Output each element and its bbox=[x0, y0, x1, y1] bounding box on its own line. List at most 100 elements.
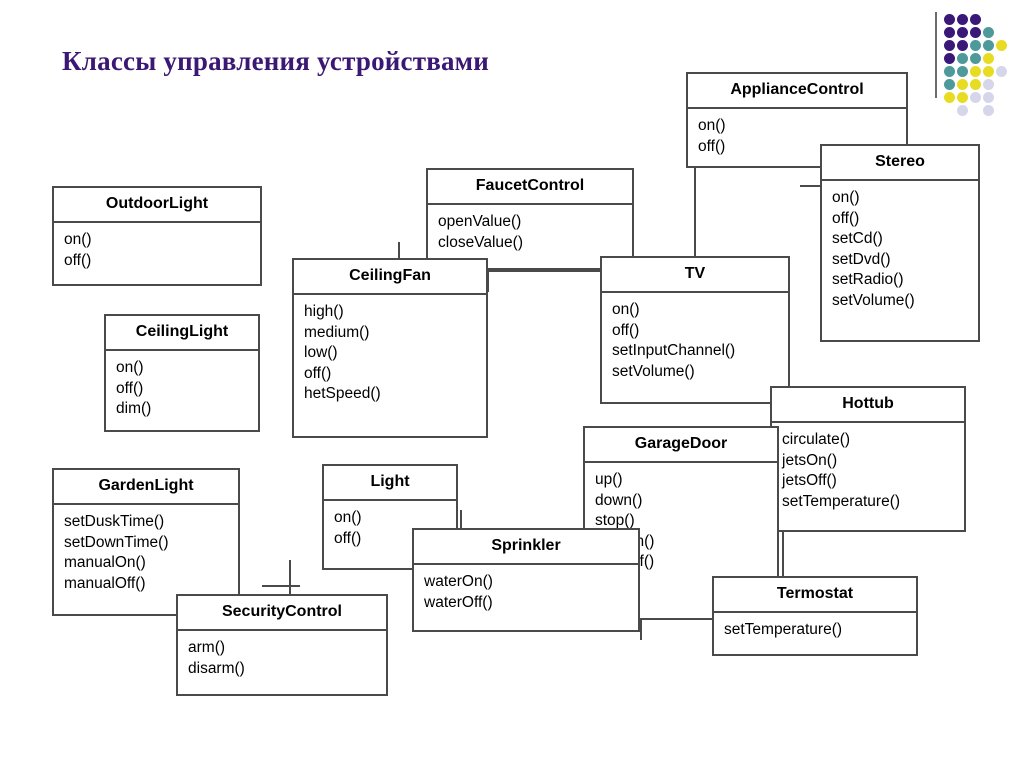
logo-dot bbox=[970, 66, 981, 77]
class-operation: arm() bbox=[188, 639, 226, 656]
logo-dot bbox=[983, 53, 994, 64]
logo-dot bbox=[957, 27, 968, 38]
logo-dot bbox=[944, 27, 955, 38]
logo-dot bbox=[957, 92, 968, 103]
logo-dot bbox=[970, 14, 981, 25]
class-name-faucet-control: FaucetControl bbox=[428, 170, 632, 205]
class-box-ceiling-fan[interactable]: CeilingFan high() medium() low() off() hetSp… bbox=[292, 258, 488, 438]
class-operation: closeValue() bbox=[438, 233, 524, 251]
logo-dot bbox=[970, 40, 981, 51]
class-box-tv[interactable]: TV on() off() setInputChannel() setVolume() bbox=[600, 256, 790, 404]
class-operation: high() bbox=[304, 303, 344, 320]
diagram-canvas: Классы управления устройствами Appliance… bbox=[0, 0, 1024, 768]
class-operation: up() bbox=[595, 471, 623, 488]
class-operation: setDuskTime() bbox=[64, 513, 165, 530]
class-operation: low() bbox=[304, 344, 338, 361]
class-operation: setCd() bbox=[832, 230, 883, 247]
class-name-appliance-control: ApplianceControl bbox=[688, 74, 906, 109]
class-operation: setVolume() bbox=[832, 291, 915, 309]
logo-dot bbox=[957, 40, 968, 51]
class-operation: on() bbox=[334, 509, 362, 526]
class-operation: off() bbox=[116, 379, 144, 397]
class-operations-garden-light: setDuskTime() setDownTime() manualOn() manu… bbox=[54, 505, 238, 600]
class-box-stereo[interactable]: Stereo on() off() setCd() setDvd() setRadio(… bbox=[820, 144, 980, 342]
logo-dot bbox=[983, 66, 994, 77]
class-operation: waterOn() bbox=[424, 573, 493, 590]
logo-dot bbox=[957, 66, 968, 77]
class-operation: waterOff() bbox=[424, 593, 493, 611]
logo-dot bbox=[957, 105, 968, 116]
class-operation: setVolume() bbox=[612, 362, 695, 380]
class-operation: dim() bbox=[116, 400, 152, 417]
logo-dot bbox=[996, 40, 1007, 51]
logo-dot bbox=[970, 53, 981, 64]
class-operation: down() bbox=[595, 491, 643, 509]
class-name-light: Light bbox=[324, 466, 456, 501]
logo-dot bbox=[983, 105, 994, 116]
logo-dot bbox=[957, 79, 968, 90]
decorative-dot-grid-logo bbox=[935, 12, 1021, 116]
class-box-termostat[interactable]: Termostat setTemperature() bbox=[712, 576, 918, 656]
class-operation: on() bbox=[832, 189, 860, 206]
class-operation: on() bbox=[116, 359, 144, 376]
logo-dot bbox=[957, 14, 968, 25]
logo-dot bbox=[983, 92, 994, 103]
class-name-tv: TV bbox=[602, 258, 788, 293]
connector-faucetcontrol-tv bbox=[487, 270, 605, 272]
class-operation: setTemperature() bbox=[782, 492, 901, 510]
class-operations-security-control: arm() disarm() bbox=[178, 631, 386, 685]
class-operation: manualOn() bbox=[64, 554, 146, 571]
class-operation: off() bbox=[304, 364, 332, 382]
class-operation: on() bbox=[612, 301, 640, 318]
class-operation: setDvd() bbox=[832, 250, 891, 268]
class-operation: on() bbox=[698, 117, 726, 134]
class-operation: jetsOn() bbox=[782, 451, 838, 469]
class-operation: openValue() bbox=[438, 213, 522, 230]
class-name-sprinkler: Sprinkler bbox=[414, 530, 638, 565]
class-box-outdoor-light[interactable]: OutdoorLight on() off() bbox=[52, 186, 262, 286]
class-operation: setDownTime() bbox=[64, 533, 169, 551]
logo-dot bbox=[983, 27, 994, 38]
class-operations-termostat: setTemperature() bbox=[714, 613, 916, 647]
logo-dot bbox=[970, 27, 981, 38]
class-box-ceiling-light[interactable]: CeilingLight on() off() dim() bbox=[104, 314, 260, 432]
class-name-ceiling-light: CeilingLight bbox=[106, 316, 258, 351]
logo-dot bbox=[944, 40, 955, 51]
class-box-sprinkler[interactable]: Sprinkler waterOn() waterOff() bbox=[412, 528, 640, 632]
logo-dot bbox=[970, 92, 981, 103]
logo-dot bbox=[944, 14, 955, 25]
logo-dot bbox=[944, 79, 955, 90]
class-box-hottub[interactable]: Hottub circulate() jetsOn() jetsOff() setTe… bbox=[770, 386, 966, 532]
class-name-stereo: Stereo bbox=[822, 146, 978, 181]
logo-dot bbox=[983, 79, 994, 90]
logo-dot bbox=[957, 53, 968, 64]
class-name-ceiling-fan: CeilingFan bbox=[294, 260, 486, 295]
class-operation: medium() bbox=[304, 323, 370, 341]
class-operations-hottub: circulate() jetsOn() jetsOff() setTemperatu… bbox=[772, 423, 964, 518]
class-box-faucet-control[interactable]: FaucetControl openValue() closeValue() bbox=[426, 168, 634, 270]
class-operation: off() bbox=[612, 321, 640, 339]
class-operation: disarm() bbox=[188, 659, 245, 677]
class-operations-stereo: on() off() setCd() setDvd() setRadio() setVol… bbox=[822, 181, 978, 317]
logo-dot bbox=[983, 40, 994, 51]
class-operation: off() bbox=[64, 251, 92, 269]
class-box-security-control[interactable]: SecurityControl arm() disarm() bbox=[176, 594, 388, 696]
logo-dot bbox=[944, 66, 955, 77]
class-operations-outdoor-light: on() off() bbox=[54, 223, 260, 277]
class-operation: manualOff() bbox=[64, 574, 146, 592]
class-name-garden-light: GardenLight bbox=[54, 470, 238, 505]
class-name-termostat: Termostat bbox=[714, 578, 916, 613]
class-operation: jetsOff() bbox=[782, 472, 837, 489]
class-name-security-control: SecurityControl bbox=[178, 596, 386, 631]
class-operations-sprinkler: waterOn() waterOff() bbox=[414, 565, 638, 619]
logo-dot bbox=[944, 92, 955, 103]
class-operations-tv: on() off() setInputChannel() setVolume() bbox=[602, 293, 788, 388]
class-operation: setInputChannel() bbox=[612, 342, 736, 359]
connector-gardenlight-securitycontrol bbox=[262, 585, 300, 587]
class-operation: circulate() bbox=[782, 431, 851, 448]
class-operations-faucet-control: openValue() closeValue() bbox=[428, 205, 632, 259]
class-name-outdoor-light: OutdoorLight bbox=[54, 188, 260, 223]
logo-vertical-bar bbox=[935, 12, 937, 98]
class-operation: setRadio() bbox=[832, 271, 904, 288]
class-operation: off() bbox=[832, 209, 860, 227]
